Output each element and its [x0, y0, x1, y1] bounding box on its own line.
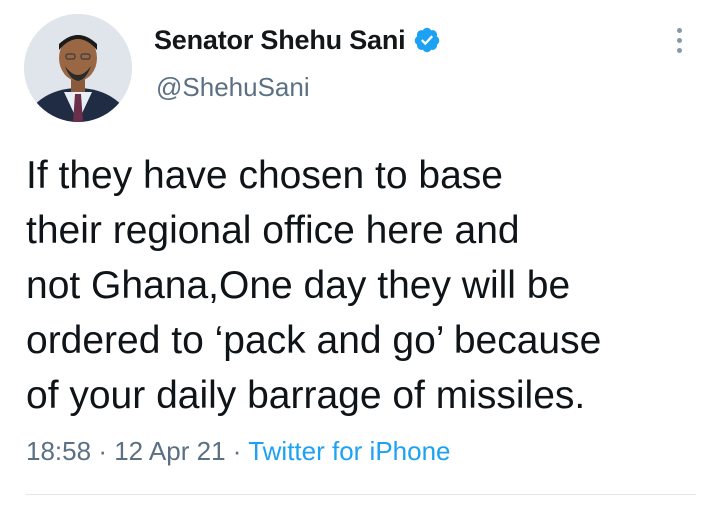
more-vertical-icon[interactable] [664, 22, 694, 58]
display-name[interactable]: Senator Shehu Sani [154, 25, 406, 56]
tweet-line: ordered to ‘pack and go’ because [26, 319, 602, 362]
tweet-metadata: 18:58 · 12 Apr 21 · Twitter for iPhone [26, 436, 451, 467]
divider [26, 494, 696, 495]
menu-dot [676, 37, 682, 43]
menu-dot [676, 47, 682, 53]
tweet-line: If they have chosen to base [26, 154, 503, 197]
tweet-time[interactable]: 18:58 [26, 436, 91, 466]
verified-badge-icon [413, 26, 441, 54]
author-name-row[interactable]: Senator Shehu Sani [154, 22, 441, 58]
meta-separator: · [98, 436, 107, 466]
author-handle[interactable]: @ShehuSani [156, 72, 310, 103]
meta-separator: · [232, 436, 242, 466]
tweet-line: not Ghana,One day they will be [26, 264, 571, 307]
tweet-line: of your daily barrage of missiles. [26, 374, 586, 417]
tweet-source-link[interactable]: Twitter for iPhone [248, 436, 450, 466]
profile-photo [24, 14, 132, 122]
tweet-line: their regional office here and [26, 209, 520, 252]
tweet-date[interactable]: 12 Apr 21 [114, 436, 225, 466]
tweet-text: If they have chosen to base their region… [26, 148, 696, 423]
menu-dot [676, 27, 682, 33]
avatar[interactable] [24, 14, 132, 122]
